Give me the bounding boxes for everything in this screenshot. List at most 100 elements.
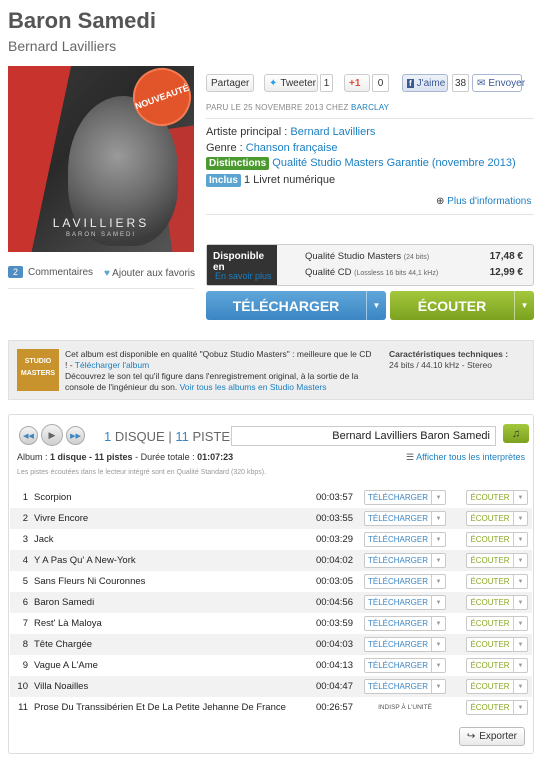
add-favorites-link[interactable]: ♥ Ajouter aux favoris: [104, 268, 195, 279]
track-listen-button[interactable]: ÉCOUTER ▼: [466, 700, 528, 715]
track-listen-button[interactable]: ÉCOUTER ▼: [466, 532, 528, 547]
track-listen-button[interactable]: ÉCOUTER ▼: [466, 679, 528, 694]
learn-more-link[interactable]: En savoir plus: [215, 271, 272, 281]
dropdown-arrow-icon[interactable]: ▼: [366, 291, 386, 320]
table-row[interactable]: 7 Rest' Là Maloya 00:03:59 TÉLÉCHARGER ▼ ÉCOU…: [10, 613, 532, 634]
track-download-button[interactable]: TÉLÉCHARGER ▼: [364, 595, 446, 610]
table-row[interactable]: 5 Sans Fleurs Ni Couronnes 00:03:05 TÉLÉCHA…: [10, 571, 532, 592]
dropdown-arrow-icon[interactable]: ▼: [431, 596, 445, 609]
table-row[interactable]: 4 Y A Pas Qu' A New-York 00:04:02 TÉLÉCHARG…: [10, 550, 532, 571]
more-info-link[interactable]: ⊕ Plus d'informations: [436, 196, 531, 207]
dropdown-arrow-icon[interactable]: ▼: [431, 617, 445, 630]
track-duration: 00:03:05: [316, 576, 353, 587]
dropdown-arrow-icon[interactable]: ▼: [513, 554, 527, 567]
dropdown-arrow-icon[interactable]: ▼: [431, 512, 445, 525]
track-listen-button[interactable]: ÉCOUTER ▼: [466, 553, 528, 568]
table-row[interactable]: 8 Tête Chargée 00:04:03 TÉLÉCHARGER ▼ ÉCOUTER…: [10, 634, 532, 655]
dropdown-arrow-icon[interactable]: ▼: [513, 638, 527, 651]
table-row[interactable]: 11 Prose Du Transsibérien Et De La Petite…: [10, 697, 532, 718]
track-title[interactable]: Vivre Encore: [34, 513, 316, 524]
track-download-button[interactable]: TÉLÉCHARGER ▼: [364, 637, 446, 652]
dropdown-arrow-icon[interactable]: ▼: [431, 659, 445, 672]
like-label: J'aime: [416, 77, 446, 89]
quality-studio-row[interactable]: Qualité Studio Masters (24 bits): [305, 251, 429, 262]
dropdown-arrow-icon[interactable]: ▼: [514, 291, 534, 320]
download-button[interactable]: TÉLÉCHARGER ▼: [206, 291, 386, 320]
track-number: 4: [22, 555, 28, 566]
table-row[interactable]: 3 Jack 00:03:29 TÉLÉCHARGER ▼ ÉCOUTER ▼: [10, 529, 532, 550]
dropdown-arrow-icon[interactable]: ▼: [431, 491, 445, 504]
track-listen-button[interactable]: ÉCOUTER ▼: [466, 490, 528, 505]
track-title[interactable]: Tête Chargée: [34, 639, 316, 650]
track-listen-button[interactable]: ÉCOUTER ▼: [466, 511, 528, 526]
track-download-button[interactable]: TÉLÉCHARGER ▼: [364, 532, 446, 547]
dropdown-arrow-icon[interactable]: ▼: [431, 680, 445, 693]
label-link[interactable]: BARCLAY: [351, 103, 389, 112]
show-all-performers-link[interactable]: ☰ Afficher tous les interprètes: [406, 452, 525, 463]
track-download-button[interactable]: TÉLÉCHARGER ▼: [364, 616, 446, 631]
dropdown-arrow-icon[interactable]: ▼: [513, 680, 527, 693]
track-listen-button[interactable]: ÉCOUTER ▼: [466, 658, 528, 673]
distinctions-link[interactable]: Qualité Studio Masters Garantie (novembr…: [272, 157, 515, 169]
table-row[interactable]: 10 Villa Noailles 00:04:47 TÉLÉCHARGER ▼ ÉCOU…: [10, 676, 532, 697]
table-row[interactable]: 9 Vague A L'Ame 00:04:13 TÉLÉCHARGER ▼ ÉCOUTE…: [10, 655, 532, 676]
track-download-label: TÉLÉCHARGER: [367, 493, 428, 502]
artist-link[interactable]: Bernard Lavilliers: [290, 126, 375, 138]
comments-link[interactable]: 2 Commentaires: [8, 266, 93, 278]
dropdown-arrow-icon[interactable]: ▼: [513, 533, 527, 546]
track-listen-button[interactable]: ÉCOUTER ▼: [466, 595, 528, 610]
like-button[interactable]: f J'aime: [402, 74, 448, 92]
dropdown-arrow-icon[interactable]: ▼: [513, 617, 527, 630]
track-title[interactable]: Jack: [34, 534, 316, 545]
distinctions-line: Distinctions Qualité Studio Masters Gara…: [206, 157, 516, 170]
track-title[interactable]: Vague A L'Ame: [34, 660, 316, 671]
track-title[interactable]: Rest' Là Maloya: [34, 618, 316, 629]
studio-masters-albums-link[interactable]: Voir tous les albums en Studio Masters: [180, 382, 327, 392]
dropdown-arrow-icon[interactable]: ▼: [431, 533, 445, 546]
tweet-button[interactable]: ✦ Tweeter: [264, 74, 318, 92]
track-title[interactable]: Scorpion: [34, 492, 316, 503]
track-title[interactable]: Y A Pas Qu' A New-York: [34, 555, 316, 566]
dropdown-arrow-icon[interactable]: ▼: [513, 596, 527, 609]
distinctions-tag: Distinctions: [206, 157, 270, 170]
share-button[interactable]: Partager: [206, 74, 254, 92]
table-row[interactable]: 2 Vivre Encore 00:03:55 TÉLÉCHARGER ▼ ÉCOUTER…: [10, 508, 532, 529]
track-title[interactable]: Baron Samedi: [34, 597, 316, 608]
dropdown-arrow-icon[interactable]: ▼: [513, 491, 527, 504]
dropdown-arrow-icon[interactable]: ▼: [513, 575, 527, 588]
track-title[interactable]: Sans Fleurs Ni Couronnes: [34, 576, 316, 587]
track-listen-button[interactable]: ÉCOUTER ▼: [466, 637, 528, 652]
dropdown-arrow-icon[interactable]: ▼: [431, 554, 445, 567]
genre-link[interactable]: Chanson française: [246, 142, 338, 154]
table-row[interactable]: 1 Scorpion 00:03:57 TÉLÉCHARGER ▼ ÉCOUTER ▼: [10, 487, 532, 508]
track-listen-button[interactable]: ÉCOUTER ▼: [466, 574, 528, 589]
track-download-button[interactable]: TÉLÉCHARGER ▼: [364, 511, 446, 526]
music-note-icon[interactable]: ♫: [503, 424, 529, 443]
track-download-label: TÉLÉCHARGER: [367, 514, 428, 523]
track-download-button[interactable]: TÉLÉCHARGER ▼: [364, 679, 446, 694]
export-icon: ↪: [466, 731, 476, 742]
export-button[interactable]: ↪ Exporter: [458, 727, 525, 746]
track-download-button[interactable]: TÉLÉCHARGER ▼: [364, 553, 446, 568]
dropdown-arrow-icon[interactable]: ▼: [513, 659, 527, 672]
listen-button[interactable]: ÉCOUTER ▼: [390, 291, 534, 320]
track-download-button[interactable]: TÉLÉCHARGER ▼: [364, 658, 446, 673]
download-album-link[interactable]: Télécharger l'album: [75, 360, 149, 370]
next-icon[interactable]: ▶▶: [66, 426, 85, 445]
gplus-button[interactable]: +1: [344, 74, 370, 92]
track-title[interactable]: Villa Noailles: [34, 681, 316, 692]
dropdown-arrow-icon[interactable]: ▼: [431, 638, 445, 651]
previous-icon[interactable]: ◀◀: [19, 426, 38, 445]
track-download-button[interactable]: TÉLÉCHARGER ▼: [364, 574, 446, 589]
send-button[interactable]: ✉ Envoyer: [472, 74, 525, 92]
track-title[interactable]: Prose Du Transsibérien Et De La Petite J…: [34, 702, 316, 713]
quality-cd-row[interactable]: Qualité CD (Lossless 16 bits 44,1 kHz): [305, 267, 438, 278]
track-download-button[interactable]: TÉLÉCHARGER ▼: [364, 490, 446, 505]
play-icon[interactable]: ▶: [41, 424, 63, 446]
dropdown-arrow-icon[interactable]: ▼: [513, 512, 527, 525]
dropdown-arrow-icon[interactable]: ▼: [513, 701, 527, 714]
dropdown-arrow-icon[interactable]: ▼: [431, 575, 445, 588]
track-listen-button[interactable]: ÉCOUTER ▼: [466, 616, 528, 631]
album-artist[interactable]: Bernard Lavilliers: [8, 38, 116, 54]
table-row[interactable]: 6 Baron Samedi 00:04:56 TÉLÉCHARGER ▼ ÉCOUTER…: [10, 592, 532, 613]
